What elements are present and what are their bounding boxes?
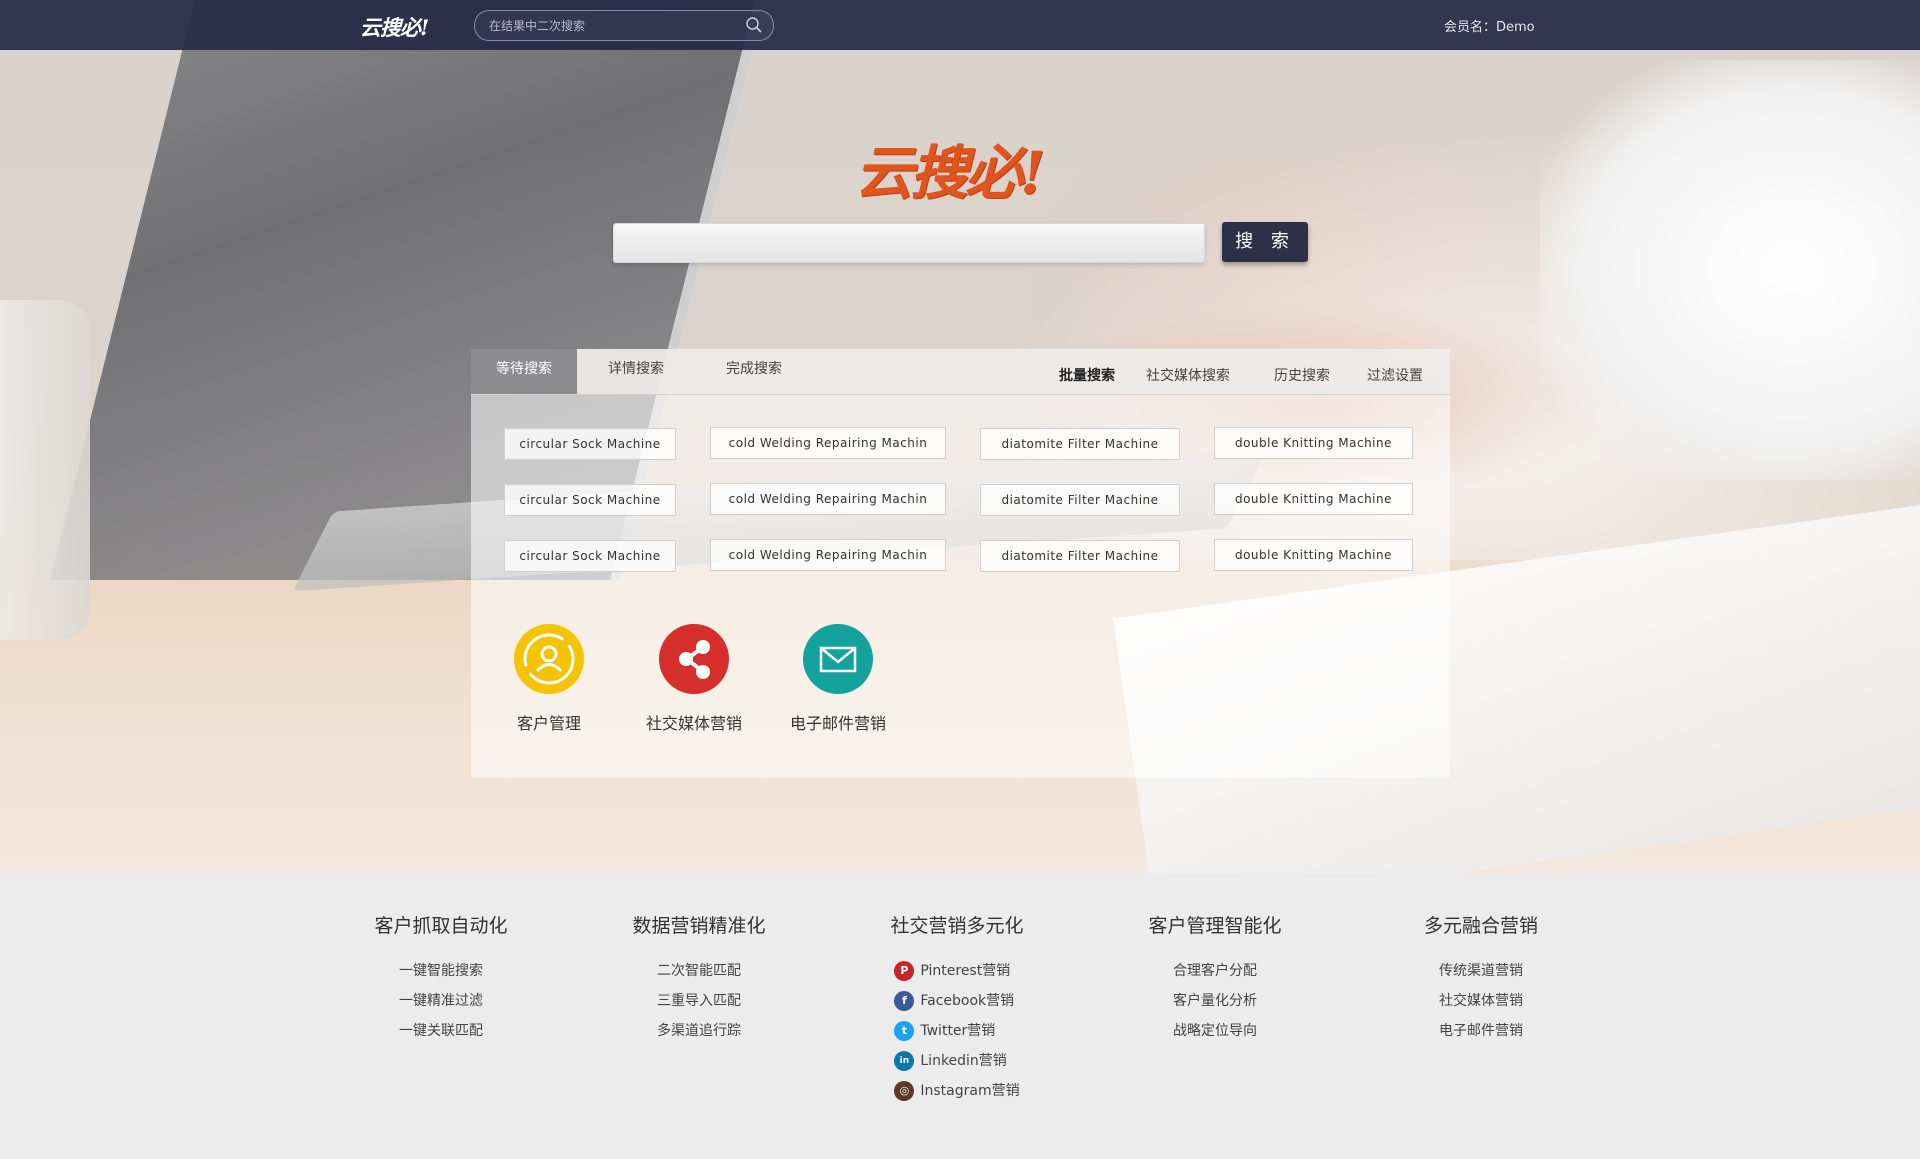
pinterest-icon: P	[894, 961, 915, 981]
feature-email-marketing[interactable]: 电子邮件营销	[768, 624, 908, 734]
secondary-search	[474, 10, 774, 41]
keyword-tag[interactable]: double Knitting Machine	[1214, 427, 1413, 459]
footer-link-label: Facebook营销	[920, 993, 1015, 1009]
footer-link[interactable]: 多渠道追行踪	[579, 1016, 819, 1046]
keyword-tag[interactable]: double Knitting Machine	[1214, 539, 1413, 571]
footer-link[interactable]: 客户量化分析	[1095, 986, 1335, 1016]
feature-label: 社交媒体营销	[645, 714, 742, 733]
footer-column-title: 社交营销多元化	[890, 915, 1024, 937]
footer-link[interactable]: 合理客户分配	[1095, 956, 1335, 986]
keyword-tag[interactable]: circular Sock Machine	[504, 540, 676, 572]
keyword-tag[interactable]: double Knitting Machine	[1214, 483, 1413, 515]
cup-image	[0, 300, 90, 640]
facebook-icon: f	[894, 991, 915, 1011]
tab-bar: 等待搜索 详情搜索 完成搜索 批量搜索 社交媒体搜索 历史搜索 过滤设置	[471, 349, 1450, 395]
footer-column: 客户管理智能化 合理客户分配 客户量化分析 战略定位导向	[1095, 873, 1335, 1046]
footer-link[interactable]: 传统渠道营销	[1361, 956, 1601, 986]
footer-column: 客户抓取自动化 一键智能搜索 一键精准过滤 一键关联匹配	[321, 873, 561, 1046]
secondary-search-input[interactable]	[487, 15, 731, 37]
sleeve-image	[1540, 60, 1920, 480]
share-icon	[659, 624, 729, 694]
tab-complete-search[interactable]: 完成搜索	[695, 349, 813, 394]
tab-waiting-search[interactable]: 等待搜索	[471, 349, 577, 394]
footer-column: 数据营销精准化 二次智能匹配 三重导入匹配 多渠道追行踪	[579, 873, 819, 1046]
keyword-tag[interactable]: cold Welding Repairing Machin	[710, 539, 946, 571]
instagram-icon: ◎	[894, 1081, 915, 1101]
member-name[interactable]: 会员名：Demo	[1444, 16, 1535, 35]
keyword-tag[interactable]: circular Sock Machine	[504, 484, 676, 516]
footer-link[interactable]: 一键关联匹配	[321, 1016, 561, 1046]
feature-label: 电子邮件营销	[789, 714, 886, 733]
tab-history-search[interactable]: 历史搜索	[1274, 365, 1330, 385]
feature-label: 客户管理	[516, 714, 581, 733]
footer-link[interactable]: 一键精准过滤	[321, 986, 561, 1016]
footer-link[interactable]: P Pinterest营销	[894, 956, 1019, 986]
keyword-tag[interactable]: circular Sock Machine	[504, 428, 676, 460]
top-navbar: 云搜必! 会员名：Demo	[0, 0, 1920, 50]
tab-social-media-search[interactable]: 社交媒体搜索	[1146, 365, 1230, 385]
footer-link[interactable]: ◎ Instagram营销	[894, 1076, 1020, 1106]
feature-social-marketing[interactable]: 社交媒体营销	[624, 624, 764, 734]
footer-column: 社交营销多元化 P Pinterest营销 f Facebook营销 t Twi…	[837, 873, 1077, 1106]
twitter-icon: t	[894, 1021, 915, 1041]
footer-column-title: 多元融合营销	[1423, 915, 1538, 937]
main-search-input[interactable]	[614, 224, 1204, 262]
footer-link-label: Instagram营销	[920, 1083, 1020, 1099]
footer-link[interactable]: 战略定位导向	[1095, 1016, 1335, 1046]
tab-batch-search[interactable]: 批量搜索	[1059, 365, 1115, 385]
footer-link[interactable]: 社交媒体营销	[1361, 986, 1601, 1016]
customer-icon	[514, 624, 584, 694]
footer-link[interactable]: in Linkedin营销	[894, 1046, 1019, 1076]
footer-link-label: Linkedin营销	[920, 1053, 1007, 1069]
footer-link[interactable]: 二次智能匹配	[579, 956, 819, 986]
keyword-tag[interactable]: cold Welding Repairing Machin	[710, 427, 946, 459]
keyword-tag[interactable]: cold Welding Repairing Machin	[710, 483, 946, 515]
feature-customer-management[interactable]: 客户管理	[479, 624, 619, 734]
search-button[interactable]: 搜 索	[1222, 222, 1308, 262]
footer-column-title: 客户抓取自动化	[374, 915, 508, 937]
footer-link[interactable]: 电子邮件营销	[1361, 1016, 1601, 1046]
brand-logo: 云搜必!	[855, 139, 1045, 207]
footer-link[interactable]: 一键智能搜索	[321, 956, 561, 986]
keyword-tag[interactable]: diatomite Filter Machine	[980, 484, 1180, 516]
footer-column-title: 客户管理智能化	[1148, 915, 1282, 937]
search-panel: 等待搜索 详情搜索 完成搜索 批量搜索 社交媒体搜索 历史搜索 过滤设置 cir…	[471, 349, 1450, 778]
main-search-field	[613, 223, 1205, 263]
footer-link-label: Pinterest营销	[920, 963, 1011, 979]
search-icon[interactable]	[745, 16, 763, 34]
footer-column: 多元融合营销 传统渠道营销 社交媒体营销 电子邮件营销	[1361, 873, 1601, 1046]
footer-column-title: 数据营销精准化	[632, 915, 766, 937]
footer-link[interactable]: 三重导入匹配	[579, 986, 819, 1016]
footer-link[interactable]: t Twitter营销	[894, 1016, 1019, 1046]
top-logo[interactable]: 云搜必!	[360, 12, 429, 42]
footer: 客户抓取自动化 一键智能搜索 一键精准过滤 一键关联匹配 数据营销精准化 二次智…	[0, 873, 1920, 1159]
footer-link-label: Twitter营销	[920, 1023, 996, 1039]
mail-icon	[803, 624, 873, 694]
tab-detail-search[interactable]: 详情搜索	[577, 349, 695, 394]
footer-link[interactable]: f Facebook营销	[894, 986, 1019, 1016]
linkedin-icon: in	[894, 1051, 915, 1071]
keyword-tag[interactable]: diatomite Filter Machine	[980, 428, 1180, 460]
tab-filter-settings[interactable]: 过滤设置	[1367, 365, 1423, 385]
keyword-tag[interactable]: diatomite Filter Machine	[980, 540, 1180, 572]
